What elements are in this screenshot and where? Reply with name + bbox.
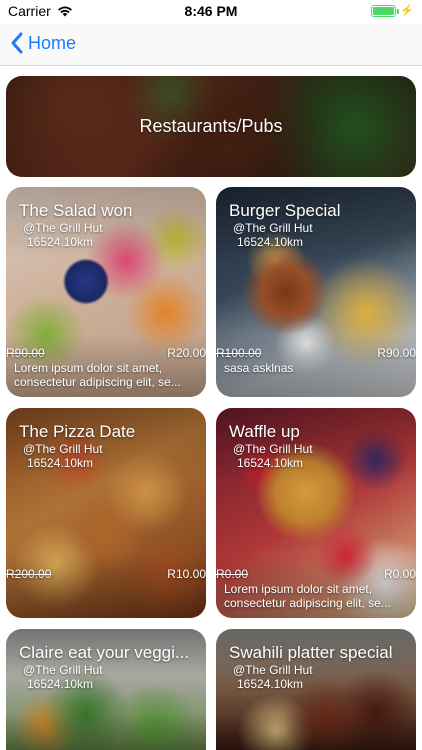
card-title: Waffle up xyxy=(229,422,300,441)
card-new-price: R10.00 xyxy=(167,567,206,581)
card-venue: @The Grill Hut xyxy=(23,663,103,677)
card-old-price: R200.00 xyxy=(6,567,52,581)
card-distance: 16524.10km xyxy=(237,677,304,691)
deal-card[interactable]: Waffle up @The Grill Hut 16524.10km R0.0… xyxy=(216,408,416,618)
deal-card[interactable]: Swahili platter special @The Grill Hut 1… xyxy=(216,629,416,750)
card-venue: @The Grill Hut xyxy=(23,221,103,235)
card-old-price: R100.00 xyxy=(216,346,262,360)
charging-bolt-icon: ⚡ xyxy=(400,5,414,17)
status-bar: Carrier 8:46 PM ⚡ xyxy=(0,0,422,24)
card-venue: @The Grill Hut xyxy=(23,442,103,456)
status-time: 8:46 PM xyxy=(184,3,238,19)
deal-card[interactable]: Burger Special @The Grill Hut 16524.10km… xyxy=(216,187,416,397)
battery-tip xyxy=(397,8,400,14)
card-distance: 16524.10km xyxy=(27,677,94,691)
card-title: Claire eat your veggi... xyxy=(19,643,190,662)
card-description: Lorem ipsum dolor sit amet, consectetur … xyxy=(14,361,181,389)
card-distance: 16524.10km xyxy=(27,456,94,470)
deal-card[interactable]: Claire eat your veggi... @The Grill Hut … xyxy=(6,629,206,750)
card-title: The Salad won xyxy=(19,201,133,220)
battery-fill xyxy=(373,6,395,15)
card-title: Swahili platter special xyxy=(229,643,393,662)
chevron-left-icon xyxy=(11,32,23,54)
back-button-label: Home xyxy=(28,32,77,53)
card-new-price: R20.00 xyxy=(167,346,206,360)
card-distance: 16524.10km xyxy=(237,235,304,249)
deal-card[interactable]: The Pizza Date @The Grill Hut 16524.10km… xyxy=(6,408,206,618)
card-venue: @The Grill Hut xyxy=(233,221,313,235)
deal-card[interactable]: The Salad won @The Grill Hut 16524.10km … xyxy=(6,187,206,397)
card-distance: 16524.10km xyxy=(237,456,304,470)
card-venue: @The Grill Hut xyxy=(233,442,313,456)
card-description: Lorem ipsum dolor sit amet, consectetur … xyxy=(224,582,391,610)
back-button[interactable]: Home xyxy=(10,31,76,55)
navigation-bar: Home xyxy=(0,24,422,66)
card-description: sasa asklnas xyxy=(224,361,294,375)
card-new-price: R90.00 xyxy=(377,346,416,360)
category-banner[interactable]: Restaurants/Pubs xyxy=(6,76,416,177)
card-new-price: R0.00 xyxy=(383,567,416,581)
banner-title: Restaurants/Pubs xyxy=(139,116,283,136)
card-title: Burger Special xyxy=(229,201,341,220)
card-distance: 16524.10km xyxy=(27,235,94,249)
status-right: ⚡ xyxy=(371,4,414,17)
card-old-price: R90.00 xyxy=(6,346,45,360)
card-title: The Pizza Date xyxy=(19,422,136,441)
card-venue: @The Grill Hut xyxy=(233,663,313,677)
battery-icon xyxy=(371,4,400,17)
card-old-price: R0.00 xyxy=(216,567,249,581)
